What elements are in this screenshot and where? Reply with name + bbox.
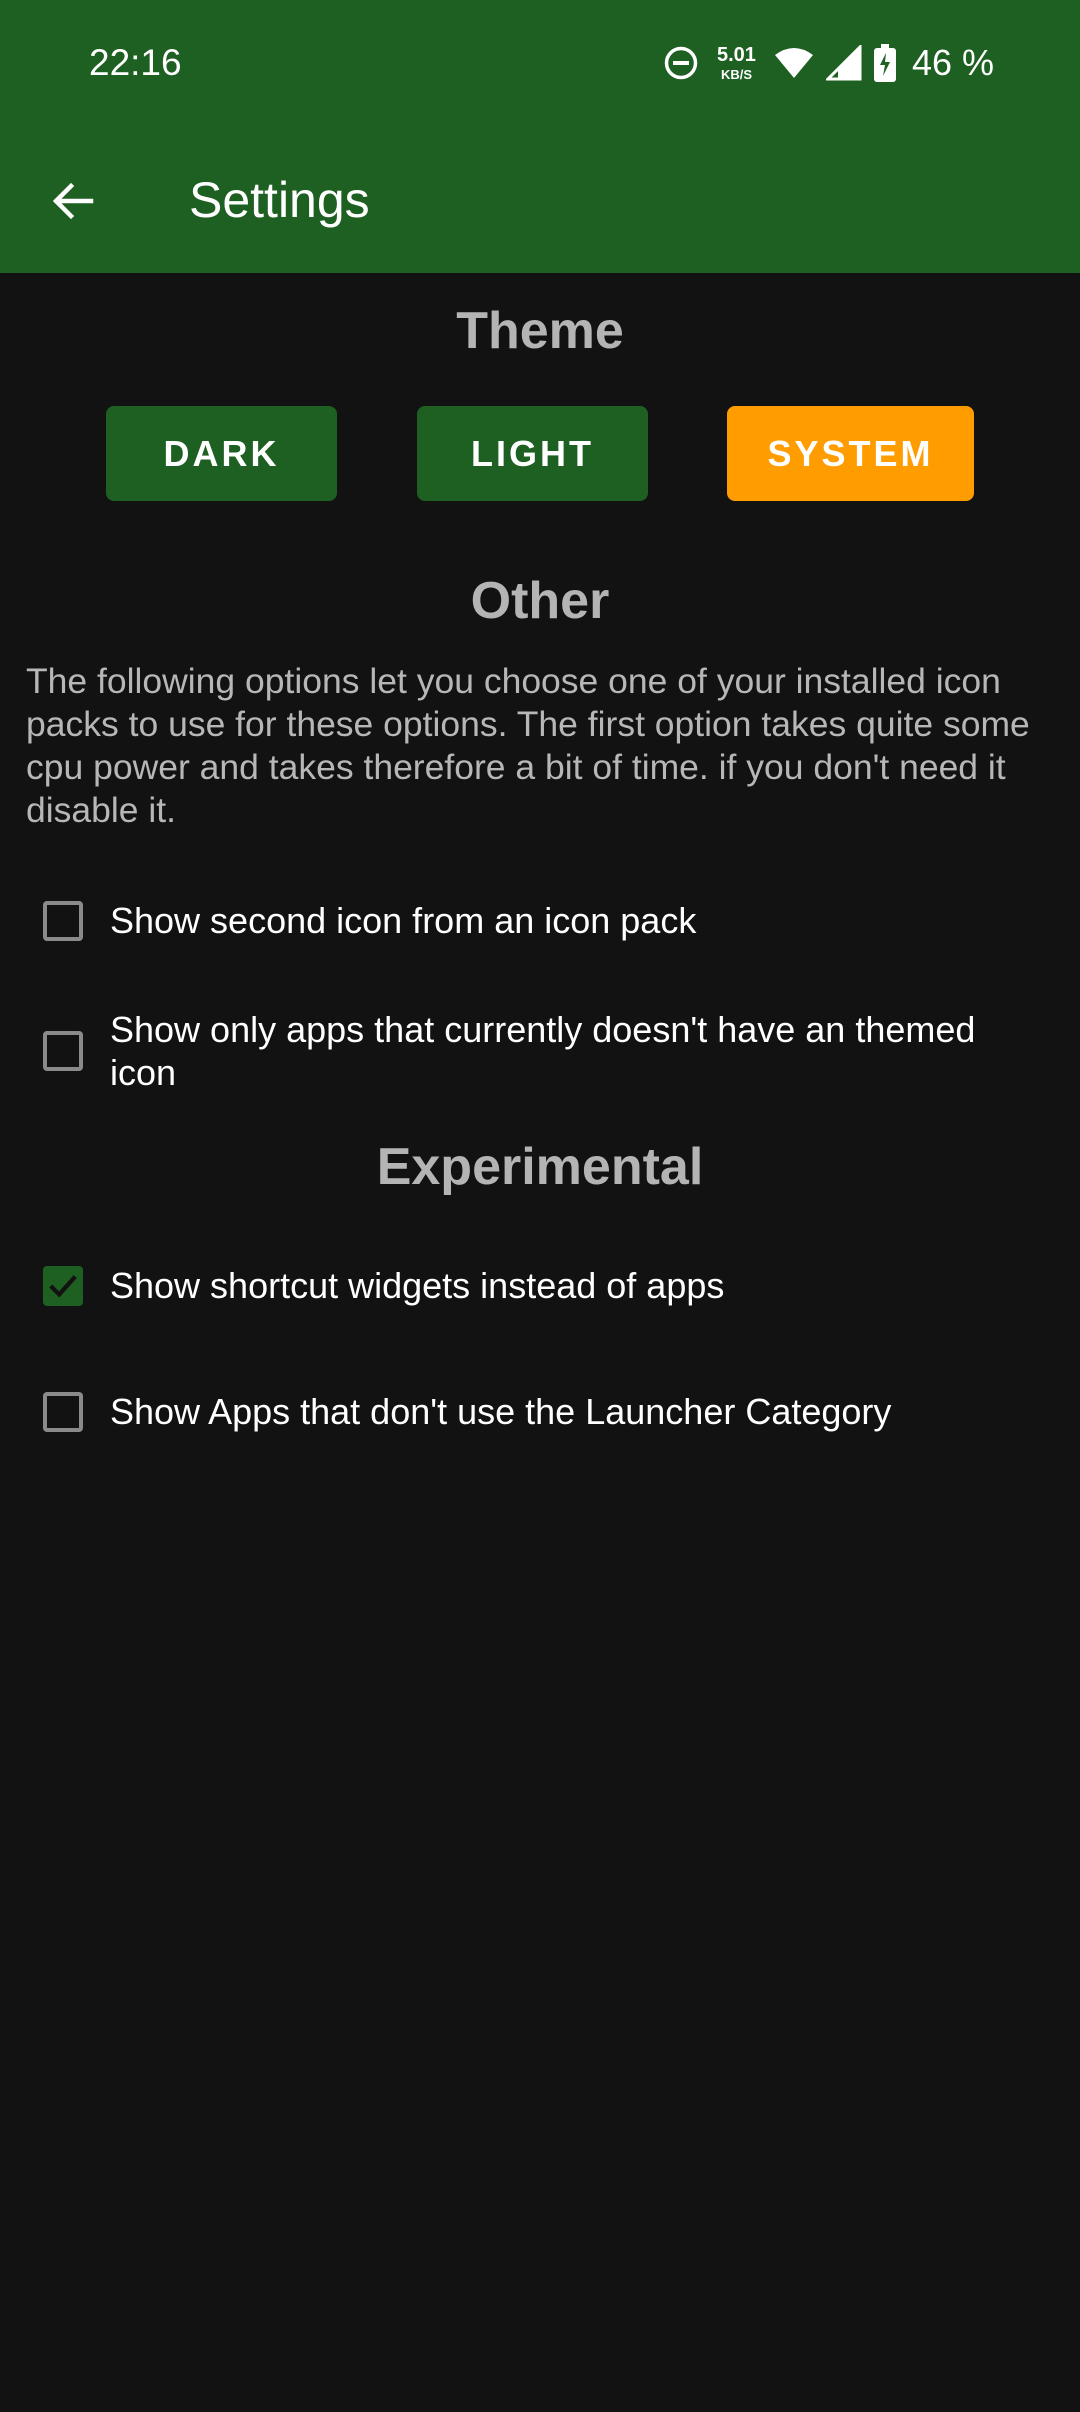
option-label: Show Apps that don't use the Launcher Ca…	[110, 1391, 892, 1432]
network-speed-unit: KB/S	[720, 67, 752, 82]
arrow-back-icon	[52, 182, 94, 220]
option-launcher-category[interactable]: Show Apps that don't use the Launcher Ca…	[43, 1390, 1043, 1433]
theme-system-button[interactable]: SYSTEM	[727, 406, 974, 501]
theme-dark-button[interactable]: DARK	[106, 406, 337, 501]
do-not-disturb-icon	[663, 45, 699, 81]
other-section-title: Other	[470, 572, 610, 630]
status-icons: 5.01 KB/S 46 %	[663, 38, 994, 88]
theme-section-title: Theme	[456, 302, 624, 360]
battery-charging-icon	[873, 44, 896, 82]
other-description: The following options let you choose one…	[26, 661, 1030, 830]
option-label: Show only apps that currently doesn't ha…	[110, 1009, 976, 1093]
checkbox-second-icon[interactable]	[43, 900, 83, 941]
network-speed: 5.01 KB/S	[717, 45, 756, 81]
experimental-section-title: Experimental	[376, 1138, 704, 1196]
option-second-icon[interactable]: Show second icon from an icon pack	[43, 899, 1043, 942]
option-label: Show shortcut widgets instead of apps	[110, 1265, 725, 1306]
toolbar: Settings	[0, 126, 1080, 273]
checkbox-shortcut-widgets[interactable]	[43, 1265, 83, 1306]
page-title: Settings	[189, 172, 370, 228]
status-time: 22:16	[89, 42, 182, 83]
signal-icon	[825, 45, 862, 81]
battery-percent: 46 %	[911, 42, 994, 83]
option-label: Show second icon from an icon pack	[110, 900, 697, 941]
check-icon	[49, 1274, 77, 1298]
option-unthemed-apps[interactable]: Show only apps that currently doesn't ha…	[43, 1008, 1043, 1094]
wifi-icon	[774, 46, 814, 80]
theme-light-button[interactable]: LIGHT	[417, 406, 648, 501]
status-bar: 22:16 5.01 KB/S 46 %	[0, 0, 1080, 126]
app-header: 22:16 5.01 KB/S 46 % Settings	[0, 0, 1080, 273]
checkbox-unthemed-apps[interactable]	[43, 1031, 83, 1071]
option-shortcut-widgets[interactable]: Show shortcut widgets instead of apps	[43, 1264, 1043, 1307]
back-button[interactable]	[33, 161, 113, 241]
checkbox-launcher-category[interactable]	[43, 1391, 83, 1432]
network-speed-value: 5.01	[717, 44, 756, 66]
